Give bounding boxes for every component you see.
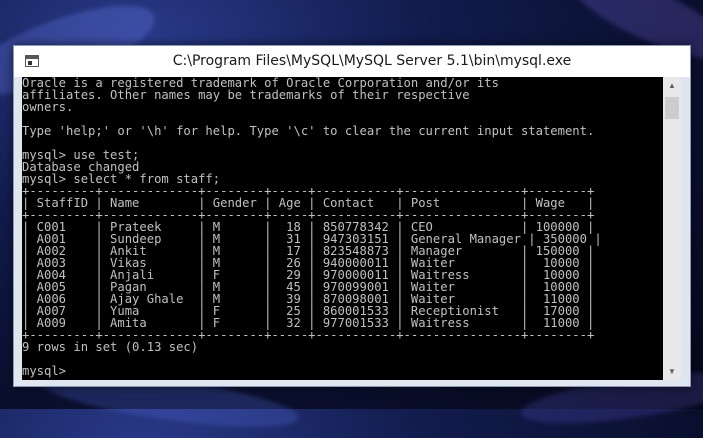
scroll-up-arrow-icon[interactable]: ▲ (663, 77, 681, 94)
console-output[interactable]: Oracle is a registered trademark of Orac… (22, 77, 663, 380)
console-line: affiliates. Other names may be trademark… (22, 88, 470, 102)
console-line: mysql> (22, 364, 67, 378)
window-title: C:\Program Files\MySQL\MySQL Server 5.1\… (172, 53, 572, 69)
terminal-text: Oracle is a registered trademark of Orac… (22, 77, 663, 377)
console-window[interactable]: C:\Program Files\MySQL\MySQL Server 5.1\… (13, 45, 691, 387)
vertical-scrollbar[interactable]: ▲ ▼ (663, 77, 681, 380)
console-line: owners. (22, 100, 74, 114)
scrollbar-thumb[interactable] (665, 97, 679, 119)
console-line: 9 rows in set (0.13 sec) (22, 340, 199, 354)
window-titlebar[interactable]: C:\Program Files\MySQL\MySQL Server 5.1\… (14, 46, 690, 77)
console-line: Type 'help;' or '\h' for help. Type '\c'… (22, 124, 595, 138)
console-window-icon[interactable] (25, 55, 39, 67)
scroll-down-arrow-icon[interactable]: ▼ (663, 363, 681, 380)
